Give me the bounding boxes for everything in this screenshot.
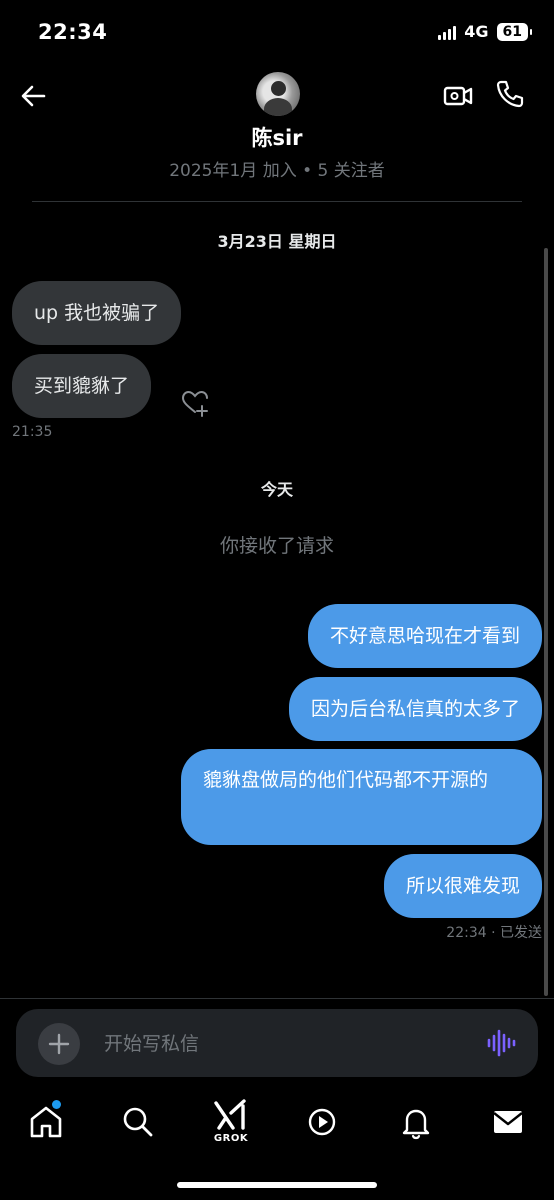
video-call-button[interactable] bbox=[442, 80, 474, 112]
phone-icon bbox=[496, 80, 524, 108]
tab-video[interactable] bbox=[302, 1102, 342, 1142]
contact-name[interactable]: 陈sir bbox=[0, 122, 554, 152]
system-message: 你接收了请求 bbox=[219, 535, 334, 557]
date-separator: 3月23日 星期日 bbox=[217, 232, 337, 251]
search-icon bbox=[123, 1107, 153, 1137]
outgoing-message[interactable]: 不好意思哈现在才看到 bbox=[307, 604, 542, 668]
divider bbox=[32, 201, 522, 202]
home-icon bbox=[30, 1106, 62, 1138]
tab-messages[interactable] bbox=[488, 1102, 528, 1142]
profile-info: 2025年1月 加入 • 5 关注者 bbox=[169, 161, 385, 181]
voice-message-button[interactable] bbox=[486, 1029, 516, 1057]
status-indicators: 4G 61 bbox=[438, 22, 533, 41]
tab-search[interactable] bbox=[118, 1102, 158, 1142]
voice-call-button[interactable] bbox=[494, 78, 526, 110]
video-call-icon bbox=[443, 86, 473, 106]
plus-icon bbox=[48, 1033, 70, 1055]
message-status: 22:34 · 已发送 bbox=[446, 925, 542, 941]
incoming-message[interactable]: up 我也被骗了 bbox=[12, 281, 182, 345]
outgoing-message[interactable]: 因为后台私信真的太多了 bbox=[288, 677, 542, 741]
attach-button[interactable] bbox=[38, 1023, 80, 1065]
message-timestamp: 21:35 bbox=[12, 424, 53, 440]
divider bbox=[0, 998, 554, 999]
message-composer: 开始写私信 bbox=[16, 1009, 538, 1077]
avatar[interactable] bbox=[256, 72, 300, 116]
notification-dot bbox=[52, 1100, 61, 1109]
status-time: 22:34 bbox=[38, 20, 108, 44]
grok-label: GROK bbox=[213, 1133, 249, 1144]
signal-icon bbox=[438, 24, 457, 40]
outgoing-message[interactable]: 所以很难发现 bbox=[383, 854, 542, 918]
incoming-message[interactable]: 买到貔貅了 bbox=[12, 354, 152, 418]
play-icon bbox=[308, 1108, 336, 1136]
back-button[interactable] bbox=[18, 80, 50, 112]
outgoing-message[interactable]: 貔貅盘做局的他们代码都不开源的 bbox=[181, 749, 542, 845]
tab-notifications[interactable] bbox=[396, 1102, 436, 1142]
network-label: 4G bbox=[464, 22, 489, 41]
back-arrow-icon bbox=[21, 85, 46, 107]
add-reaction-button[interactable] bbox=[180, 388, 210, 418]
heart-plus-icon bbox=[181, 390, 208, 417]
scrollbar[interactable] bbox=[544, 248, 548, 996]
battery-icon: 61 bbox=[496, 22, 533, 41]
chat-header: 陈sir bbox=[0, 66, 554, 162]
mail-icon bbox=[493, 1111, 523, 1133]
status-bar: 22:34 4G 61 bbox=[0, 0, 554, 66]
bell-icon bbox=[402, 1109, 430, 1140]
tab-grok[interactable] bbox=[211, 1098, 251, 1138]
date-separator: 今天 bbox=[260, 480, 293, 499]
tab-home[interactable] bbox=[26, 1102, 66, 1142]
grok-icon bbox=[214, 1099, 246, 1130]
voice-waveform-icon bbox=[487, 1029, 516, 1057]
home-indicator[interactable] bbox=[177, 1182, 377, 1188]
message-input[interactable]: 开始写私信 bbox=[104, 1029, 199, 1056]
